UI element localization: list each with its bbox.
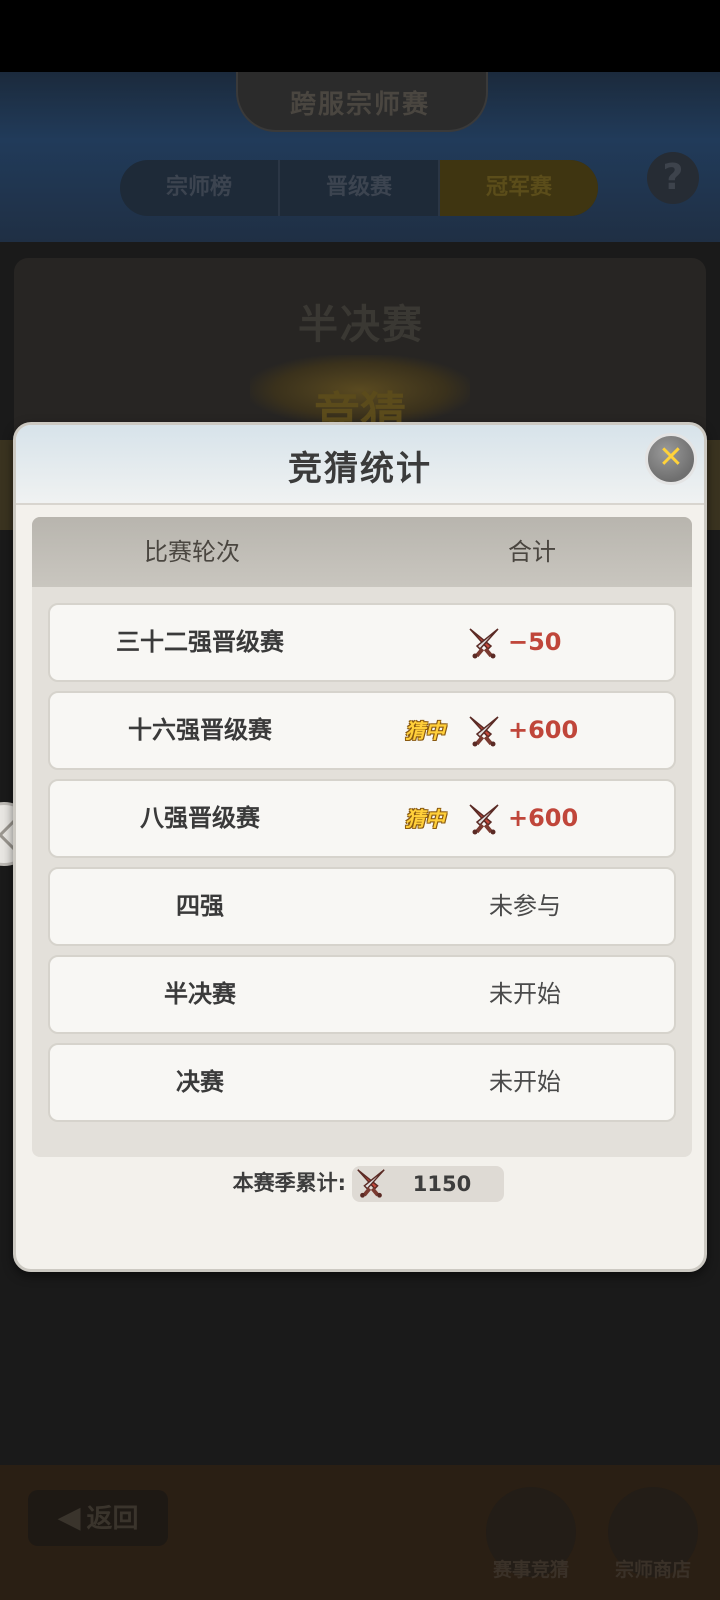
round-name: 半决赛 xyxy=(164,980,236,1008)
tab-promotion[interactable]: 晋级赛 xyxy=(278,160,438,216)
hit-badge: 猜中 xyxy=(405,807,445,831)
row-status: 未开始 xyxy=(489,1068,561,1096)
dialog-title: 竞猜统计 xyxy=(288,449,432,489)
row-result: 猜中 +600 xyxy=(380,693,670,768)
crossed-swords-icon xyxy=(469,804,499,835)
round-name: 四强 xyxy=(176,892,224,920)
row-result: 未参与 xyxy=(380,869,670,944)
row-status: 未开始 xyxy=(489,980,561,1008)
season-total-label: 本赛季累计: xyxy=(232,1171,346,1195)
close-icon: ✕ xyxy=(658,440,684,475)
back-arrow-icon: ◀ xyxy=(57,1500,81,1535)
crossed-swords-icon xyxy=(357,1169,385,1198)
table-row: 三十二强晋级赛 −50 xyxy=(48,603,676,682)
help-button[interactable]: ? xyxy=(647,152,699,204)
close-button[interactable]: ✕ xyxy=(645,433,697,485)
table-header: 比赛轮次 合计 xyxy=(32,517,692,587)
column-header-round: 比赛轮次 xyxy=(144,538,240,566)
table-row: 半决赛 未开始 xyxy=(48,955,676,1034)
match-guess-label: 赛事竞猜 xyxy=(492,1559,569,1581)
column-header-total: 合计 xyxy=(508,538,556,566)
table-row: 十六强晋级赛 猜中 +600 xyxy=(48,691,676,770)
grandmaster-shop-label: 宗师商店 xyxy=(614,1559,691,1581)
back-button[interactable]: ◀ 返回 xyxy=(28,1490,168,1546)
back-label: 返回 xyxy=(86,1504,139,1534)
stage-title: 半决赛 xyxy=(298,302,424,348)
round-name: 十六强晋级赛 xyxy=(128,716,272,744)
row-result: 未开始 xyxy=(380,957,670,1032)
hit-badge: 猜中 xyxy=(405,719,445,743)
round-name: 决赛 xyxy=(176,1068,224,1096)
round-name: 三十二强晋级赛 xyxy=(116,628,284,656)
row-value: −50 xyxy=(508,628,562,656)
round-name: 八强晋级赛 xyxy=(140,804,260,832)
row-result: 猜中 +600 xyxy=(380,781,670,856)
guess-stats-dialog: 竞猜统计 ✕ 比赛轮次 合计 三十二强晋级赛 −50 十六强晋级赛 猜中 +60… xyxy=(13,422,707,1272)
page-title: 跨服宗师赛 xyxy=(289,90,430,120)
tab-championship[interactable]: 冠军赛 xyxy=(438,160,598,216)
row-result: 未开始 xyxy=(380,1045,670,1120)
table-row: 四强 未参与 xyxy=(48,867,676,946)
table-row: 决赛 未开始 xyxy=(48,1043,676,1122)
season-total-box: 1150 xyxy=(352,1166,504,1202)
crossed-swords-icon xyxy=(469,716,499,747)
row-value: +600 xyxy=(508,804,579,832)
tab-grandmaster-ranking[interactable]: 宗师榜 xyxy=(120,160,278,216)
table-row: 八强晋级赛 猜中 +600 xyxy=(48,779,676,858)
status-bar xyxy=(0,0,720,72)
dialog-header: 竞猜统计 ✕ xyxy=(16,425,704,505)
crossed-swords-icon xyxy=(469,628,499,659)
stats-table: 比赛轮次 合计 三十二强晋级赛 −50 十六强晋级赛 猜中 +600 八强晋级赛… xyxy=(32,517,692,1157)
row-result: −50 xyxy=(380,605,670,680)
tab-bar: 宗师榜 晋级赛 冠军赛 xyxy=(120,160,598,216)
row-status: 未参与 xyxy=(489,892,561,920)
row-value: +600 xyxy=(508,716,579,744)
season-total-value: 1150 xyxy=(412,1172,472,1196)
